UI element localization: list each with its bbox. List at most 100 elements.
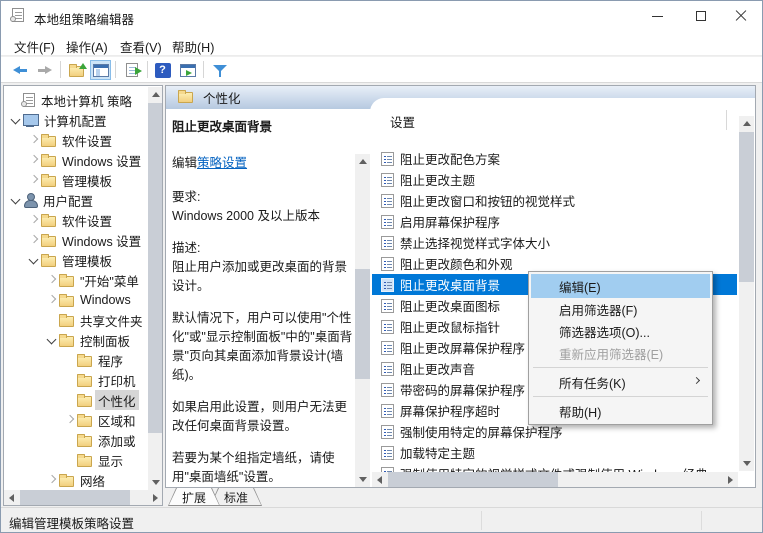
- chevron-collapsed-icon[interactable]: [27, 173, 41, 187]
- chevron-collapsed-icon[interactable]: [27, 213, 41, 227]
- tree-item-network[interactable]: 网络: [4, 470, 163, 490]
- tree-vertical-scrollbar[interactable]: [148, 87, 163, 490]
- context-menu-reapply-filter: 重新应用筛选器(E): [531, 342, 710, 364]
- context-menu-enable-filter[interactable]: 启用筛选器(F): [531, 298, 710, 320]
- scrollbar-thumb[interactable]: [20, 490, 130, 505]
- close-button[interactable]: [724, 1, 758, 31]
- chevron-expanded-icon[interactable]: [27, 253, 41, 267]
- scroll-right-icon[interactable]: [728, 476, 733, 484]
- back-button[interactable]: [9, 60, 30, 80]
- tree-item-admin-templates[interactable]: 管理模板: [4, 170, 163, 190]
- context-menu-all-tasks[interactable]: 所有任务(K): [531, 371, 710, 393]
- toolbar-separator: [60, 61, 61, 78]
- tree-item-software-settings[interactable]: 软件设置: [4, 210, 163, 230]
- filter-button[interactable]: [209, 60, 230, 80]
- tree-item-regional[interactable]: 区域和: [4, 410, 163, 430]
- minimize-button[interactable]: [640, 1, 674, 31]
- scroll-down-icon[interactable]: [743, 461, 751, 466]
- chevron-collapsed-icon[interactable]: [45, 273, 59, 287]
- chevron-collapsed-icon[interactable]: [27, 133, 41, 147]
- column-divider[interactable]: [726, 110, 727, 130]
- list-horizontal-scrollbar[interactable]: [372, 472, 738, 487]
- tree-item-windows-settings[interactable]: Windows 设置: [4, 150, 163, 170]
- folder-icon: [178, 92, 193, 103]
- chevron-collapsed-icon[interactable]: [27, 153, 41, 167]
- policy-title: 阻止更改桌面背景: [172, 116, 354, 135]
- scroll-left-icon[interactable]: [377, 476, 382, 484]
- setting-row[interactable]: 阻止更改窗口和按钮的视觉样式: [372, 190, 737, 211]
- settings-column-header[interactable]: 设置: [390, 112, 415, 131]
- status-bar: 编辑管理模板策略设置: [1, 507, 762, 533]
- tree-item-programs[interactable]: 程序: [4, 350, 163, 370]
- show-action-pane-button[interactable]: [177, 60, 198, 80]
- policy-icon: [381, 404, 394, 418]
- setting-row[interactable]: 阻止更改配色方案: [372, 148, 737, 169]
- status-separator: [481, 511, 482, 530]
- scrollbar-thumb[interactable]: [148, 103, 163, 433]
- scrollbar-thumb[interactable]: [388, 472, 558, 487]
- tree-item-add-remove[interactable]: 添加或: [4, 430, 163, 450]
- menu-view[interactable]: 查看(V): [115, 35, 167, 58]
- menu-file[interactable]: 文件(F): [9, 35, 60, 58]
- tree-horizontal-scrollbar[interactable]: [4, 490, 163, 505]
- chevron-collapsed-icon[interactable]: [45, 473, 59, 487]
- tree-item-printers[interactable]: 打印机: [4, 370, 163, 390]
- chevron-collapsed-icon[interactable]: [27, 233, 41, 247]
- context-menu-help[interactable]: 帮助(H): [531, 400, 710, 422]
- tree-item-software-settings[interactable]: 软件设置: [4, 130, 163, 150]
- policy-icon: [381, 236, 394, 250]
- chevron-expanded-icon[interactable]: [9, 193, 23, 207]
- tree-item-admin-templates[interactable]: 管理模板: [4, 250, 163, 270]
- edit-policy-link[interactable]: 策略设置: [197, 156, 247, 170]
- forward-button[interactable]: [34, 60, 55, 80]
- policy-icon: [381, 446, 394, 460]
- tree-item-windows-components[interactable]: Windows: [4, 290, 163, 310]
- description-vertical-scrollbar[interactable]: [355, 154, 370, 487]
- tree-item-root[interactable]: 本地计算机 策略: [4, 90, 163, 110]
- menu-separator: [533, 396, 708, 397]
- tree-item-display[interactable]: 显示: [4, 450, 163, 470]
- folder-icon: [59, 476, 74, 487]
- scroll-right-icon[interactable]: [153, 494, 158, 502]
- scroll-left-icon[interactable]: [9, 494, 14, 502]
- setting-row[interactable]: 启用屏幕保护程序: [372, 211, 737, 232]
- menu-action[interactable]: 操作(A): [61, 35, 113, 58]
- tree-item-control-panel[interactable]: 控制面板: [4, 330, 163, 350]
- setting-row[interactable]: 加载特定主题: [372, 442, 737, 463]
- chevron-collapsed-icon[interactable]: [63, 413, 77, 427]
- up-one-level-button[interactable]: [66, 60, 87, 80]
- app-icon: [12, 8, 24, 22]
- chevron-expanded-icon[interactable]: [9, 113, 23, 127]
- help-button[interactable]: ?: [152, 60, 173, 80]
- chevron-expanded-icon[interactable]: [45, 333, 59, 347]
- folder-icon: [41, 216, 56, 227]
- setting-row[interactable]: 禁止选择视觉样式字体大小: [372, 232, 737, 253]
- scroll-up-icon[interactable]: [743, 121, 751, 126]
- policy-icon: [381, 320, 394, 334]
- tab-extended[interactable]: 扩展: [168, 488, 220, 506]
- policy-icon: [381, 152, 394, 166]
- menu-help[interactable]: 帮助(H): [167, 35, 219, 58]
- tree-item-personalization[interactable]: 个性化: [4, 390, 163, 410]
- chevron-collapsed-icon[interactable]: [45, 293, 59, 307]
- scrollbar-thumb[interactable]: [355, 269, 370, 379]
- scroll-up-icon[interactable]: [359, 159, 367, 164]
- scrollbar-thumb[interactable]: [739, 132, 754, 282]
- tree-item-windows-settings[interactable]: Windows 设置: [4, 230, 163, 250]
- tree-item-computer-config[interactable]: 计算机配置: [4, 110, 163, 130]
- export-list-button[interactable]: [121, 60, 142, 80]
- list-vertical-scrollbar[interactable]: [739, 116, 754, 471]
- close-icon: [735, 10, 747, 22]
- scroll-down-icon[interactable]: [152, 480, 160, 485]
- setting-row[interactable]: 阻止更改主题: [372, 169, 737, 190]
- folder-icon: [41, 136, 56, 147]
- scroll-down-icon[interactable]: [359, 477, 367, 482]
- context-menu-edit[interactable]: 编辑(E): [531, 274, 710, 298]
- maximize-button[interactable]: [684, 1, 718, 31]
- scroll-up-icon[interactable]: [152, 92, 160, 97]
- tree-item-user-config[interactable]: 用户配置: [4, 190, 163, 210]
- tree-item-shared-folders[interactable]: 共享文件夹: [4, 310, 163, 330]
- show-console-tree-button[interactable]: [90, 60, 111, 80]
- context-menu-filter-options[interactable]: 筛选器选项(O)...: [531, 320, 710, 342]
- tree-item-start-menu[interactable]: "开始"菜单: [4, 270, 163, 290]
